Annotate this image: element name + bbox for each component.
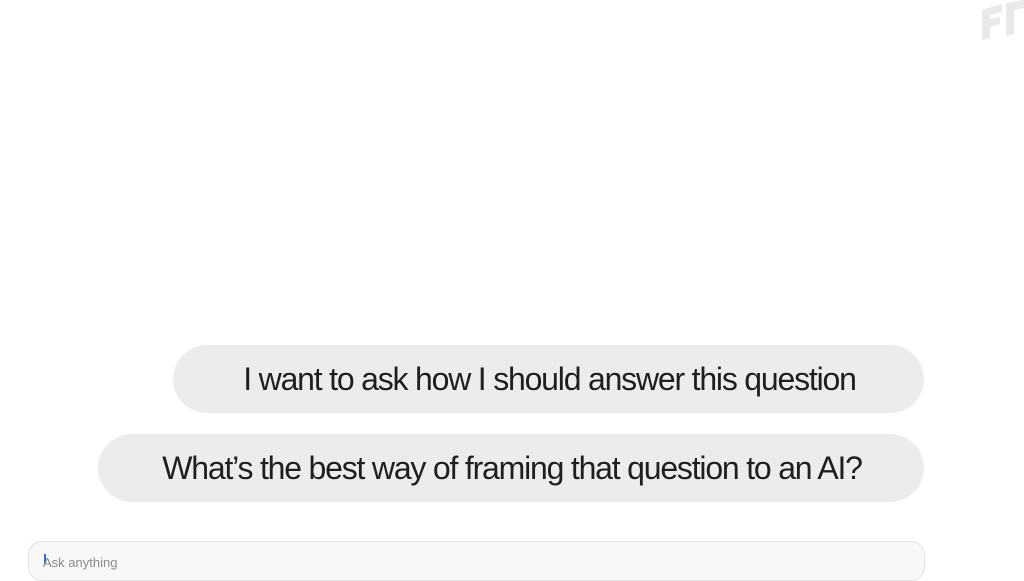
user-message-bubble: What’s the best way of framing that ques… — [98, 434, 924, 502]
message-input[interactable] — [43, 550, 643, 574]
message-composer[interactable] — [28, 541, 925, 581]
chat-area: I want to ask how I should answer this q… — [0, 0, 1024, 581]
watermark-logo-icon — [968, 0, 1024, 42]
user-message-bubble: I want to ask how I should answer this q… — [173, 345, 924, 413]
